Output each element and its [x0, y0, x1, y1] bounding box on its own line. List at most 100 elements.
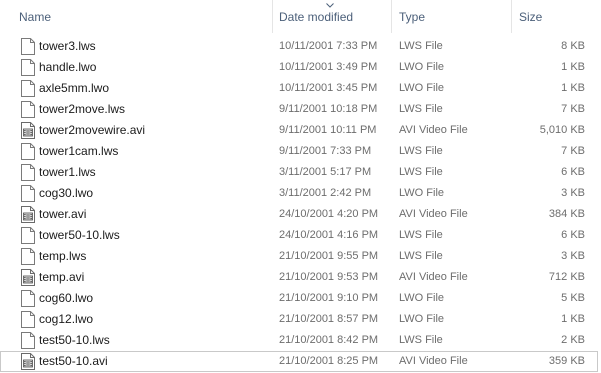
file-size: 712 KB [548, 271, 585, 283]
file-type: LWO File [399, 61, 445, 73]
file-type: AVI Video File [399, 124, 468, 136]
file-date-modified: 21/10/2001 8:42 PM [279, 334, 379, 346]
document-icon [21, 248, 35, 265]
file-date-modified: 24/10/2001 4:20 PM [279, 208, 379, 220]
file-type: LWO File [399, 82, 445, 94]
file-row[interactable]: tower2move.lws 9/11/2001 10:18 PM LWS File… [0, 99, 598, 120]
file-type: LWS File [399, 250, 443, 262]
file-date-modified: 21/10/2001 8:25 PM [279, 355, 379, 367]
file-date-modified: 21/10/2001 8:57 PM [279, 313, 379, 325]
file-row[interactable]: tower2movewire.avi 9/11/2001 10:11 PM AVI … [0, 120, 598, 141]
document-icon [21, 311, 35, 328]
file-row[interactable]: tower.avi 24/10/2001 4:20 PM AVI Video Fil… [0, 204, 598, 225]
document-icon [21, 59, 35, 76]
file-row[interactable]: cog60.lwo 21/10/2001 9:10 PM LWO File 5 KB [0, 288, 598, 309]
file-date-modified: 3/11/2001 5:17 PM [279, 166, 372, 178]
file-size: 2 KB [561, 334, 585, 346]
video-file-icon [21, 353, 35, 370]
column-header-name[interactable]: Name [19, 0, 51, 34]
file-name: axle5mm.lwo [39, 81, 110, 95]
file-name: tower.avi [39, 207, 87, 221]
file-type: LWS File [399, 334, 443, 346]
file-name: tower3.lws [39, 39, 96, 53]
file-name: test50-10.lws [39, 333, 110, 347]
file-type: LWO File [399, 313, 445, 325]
file-size: 8 KB [561, 40, 585, 52]
file-date-modified: 9/11/2001 10:18 PM [279, 103, 378, 115]
file-date-modified: 9/11/2001 7:33 PM [279, 145, 372, 157]
file-date-modified: 10/11/2001 3:49 PM [279, 61, 378, 73]
column-divider[interactable] [391, 0, 392, 33]
file-name: cog30.lwo [39, 186, 94, 200]
file-name: tower2move.lws [39, 102, 126, 116]
document-icon [21, 185, 35, 202]
file-row[interactable]: tower1.lws 3/11/2001 5:17 PM LWS File 6 KB [0, 162, 598, 183]
file-date-modified: 24/10/2001 4:16 PM [279, 229, 379, 241]
document-icon [21, 290, 35, 307]
file-row[interactable]: test50-10.lws 21/10/2001 8:42 PM LWS File 2… [0, 330, 598, 351]
file-size: 3 KB [561, 187, 585, 199]
file-row[interactable]: cog30.lwo 3/11/2001 2:42 PM LWO File 3 KB [0, 183, 598, 204]
file-name: handle.lwo [39, 60, 97, 74]
file-type: AVI Video File [399, 355, 468, 367]
file-size: 6 KB [561, 229, 585, 241]
file-name: tower1.lws [39, 165, 96, 179]
file-type: LWO File [399, 292, 445, 304]
file-size: 7 KB [561, 145, 585, 157]
file-row[interactable]: tower3.lws 10/11/2001 7:33 PM LWS File 8 KB [0, 36, 598, 57]
file-row[interactable]: tower50-10.lws 24/10/2001 4:16 PM LWS File… [0, 225, 598, 246]
file-row[interactable]: handle.lwo 10/11/2001 3:49 PM LWO File 1 KB [0, 57, 598, 78]
file-row[interactable]: temp.lws 21/10/2001 9:55 PM LWS File 3 KB [0, 246, 598, 267]
file-name: cog12.lwo [39, 312, 94, 326]
file-row[interactable]: tower1cam.lws 9/11/2001 7:33 PM LWS File 7 … [0, 141, 598, 162]
file-date-modified: 10/11/2001 7:33 PM [279, 40, 378, 52]
file-size: 5 KB [561, 292, 585, 304]
file-type: AVI Video File [399, 271, 468, 283]
file-name: tower50-10.lws [39, 228, 120, 242]
column-header-size[interactable]: Size [519, 0, 542, 34]
file-row[interactable]: test50-10.avi 21/10/2001 8:25 PM AVI Video… [0, 351, 598, 372]
file-size: 3 KB [561, 250, 585, 262]
column-header: Name Date modified Type Size [0, 0, 601, 34]
file-name: test50-10.avi [39, 354, 108, 368]
file-name: temp.avi [39, 270, 85, 284]
file-size: 359 KB [548, 355, 585, 367]
file-date-modified: 21/10/2001 9:10 PM [279, 292, 379, 304]
file-size: 384 KB [548, 208, 585, 220]
file-size: 1 KB [561, 61, 585, 73]
video-file-icon [21, 269, 35, 286]
file-type: LWS File [399, 229, 443, 241]
column-header-type[interactable]: Type [399, 0, 425, 34]
file-type: LWS File [399, 145, 443, 157]
file-date-modified: 10/11/2001 3:45 PM [279, 82, 378, 94]
file-type: LWS File [399, 103, 443, 115]
column-header-date-modified[interactable]: Date modified [279, 0, 353, 34]
document-icon [21, 80, 35, 97]
document-icon [21, 101, 35, 118]
document-icon [21, 227, 35, 244]
file-row[interactable]: temp.avi 21/10/2001 9:53 PM AVI Video File… [0, 267, 598, 288]
file-type: AVI Video File [399, 208, 468, 220]
file-date-modified: 9/11/2001 10:11 PM [279, 124, 377, 136]
file-date-modified: 21/10/2001 9:55 PM [279, 250, 379, 262]
document-icon [21, 332, 35, 349]
file-row[interactable]: axle5mm.lwo 10/11/2001 3:45 PM LWO File 1 K… [0, 78, 598, 99]
file-list: tower3.lws 10/11/2001 7:33 PM LWS File 8 KB… [0, 36, 601, 372]
file-type: LWO File [399, 187, 445, 199]
document-icon [21, 38, 35, 55]
column-divider[interactable] [272, 0, 273, 33]
video-file-icon [21, 206, 35, 223]
document-icon [21, 164, 35, 181]
file-date-modified: 21/10/2001 9:53 PM [279, 271, 379, 283]
file-name: tower2movewire.avi [39, 123, 146, 137]
column-divider[interactable] [511, 0, 512, 33]
file-row[interactable]: cog12.lwo 21/10/2001 8:57 PM LWO File 1 KB [0, 309, 598, 330]
file-type: LWS File [399, 40, 443, 52]
file-size: 6 KB [561, 166, 585, 178]
file-size: 1 KB [561, 313, 585, 325]
file-size: 5,010 KB [539, 124, 585, 136]
document-icon [21, 143, 35, 160]
file-name: tower1cam.lws [39, 144, 119, 158]
file-type: LWS File [399, 166, 443, 178]
file-date-modified: 3/11/2001 2:42 PM [279, 187, 372, 199]
